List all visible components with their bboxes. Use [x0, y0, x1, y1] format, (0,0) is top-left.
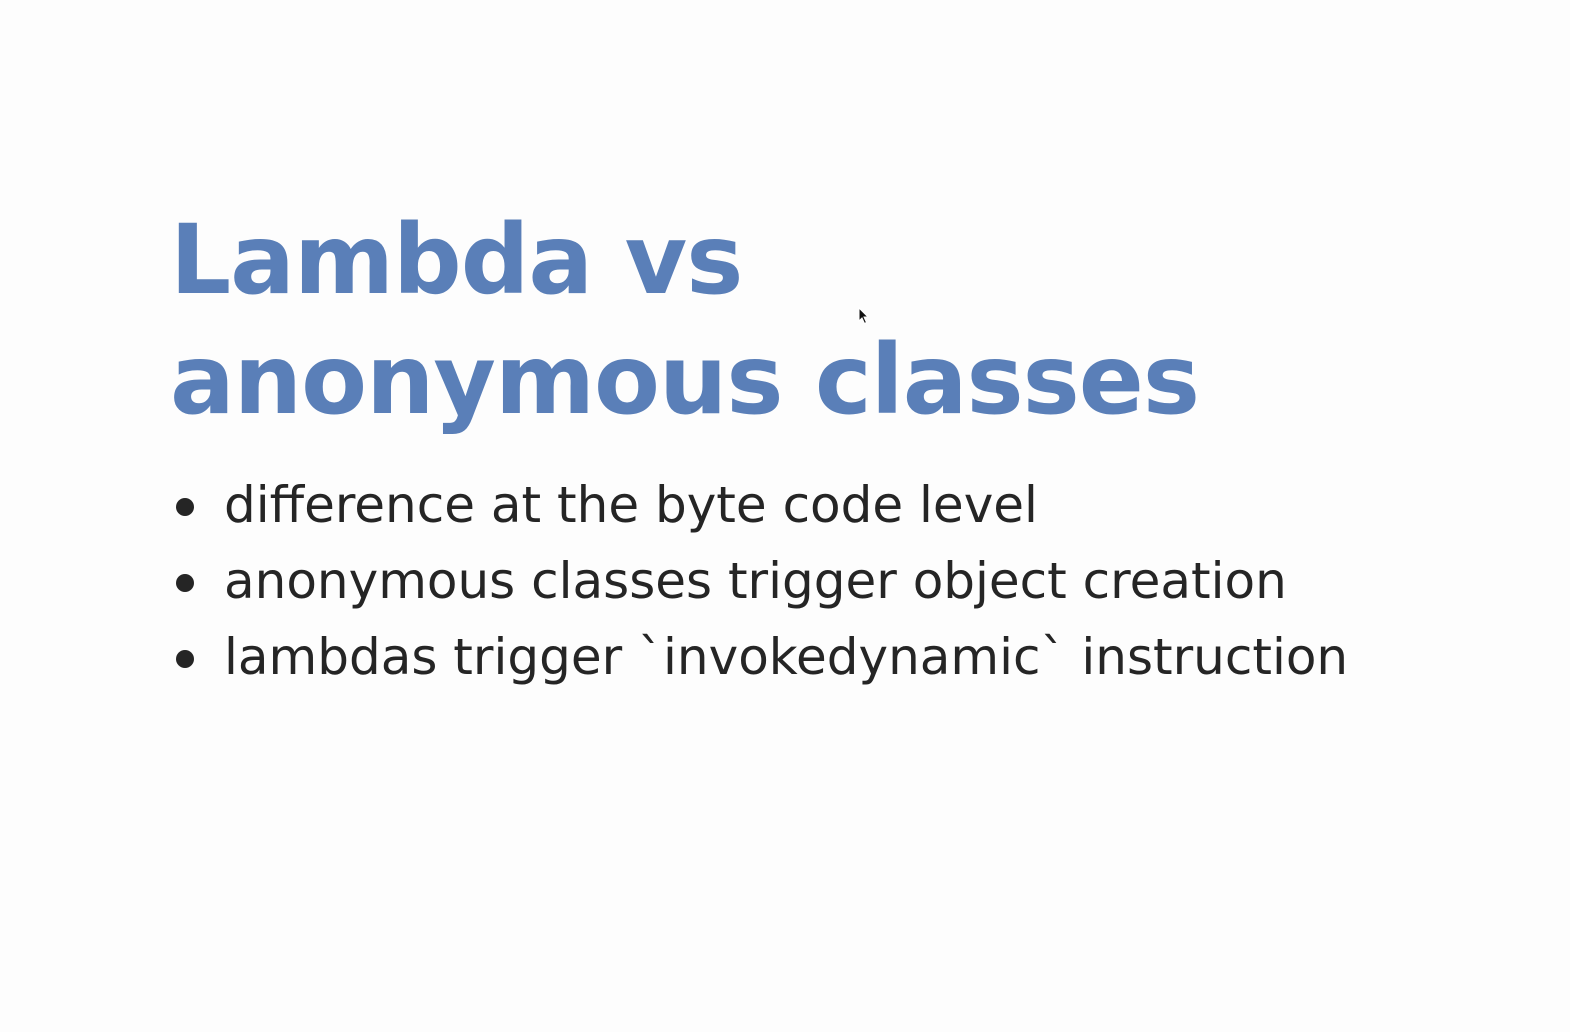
bullet-text: anonymous classes trigger object creatio…	[224, 552, 1287, 610]
bullet-text: difference at the byte code level	[224, 476, 1038, 534]
bullet-dot-icon	[176, 650, 194, 668]
bullet-item: lambdas trigger `invokedynamic` instruct…	[172, 624, 1348, 700]
slide-title: Lambda vs anonymous classes	[170, 204, 1200, 436]
bullet-dot-icon	[176, 498, 194, 516]
bullet-text: lambdas trigger `invokedynamic` instruct…	[224, 628, 1349, 686]
bullet-list: difference at the byte code level anonym…	[172, 472, 1348, 700]
slide: Lambda vs anonymous classes difference a…	[0, 0, 1570, 1032]
bullet-item: anonymous classes trigger object creatio…	[172, 548, 1348, 624]
bullet-item: difference at the byte code level	[172, 472, 1348, 548]
mouse-pointer-icon	[858, 307, 870, 325]
bullet-dot-icon	[176, 574, 194, 592]
